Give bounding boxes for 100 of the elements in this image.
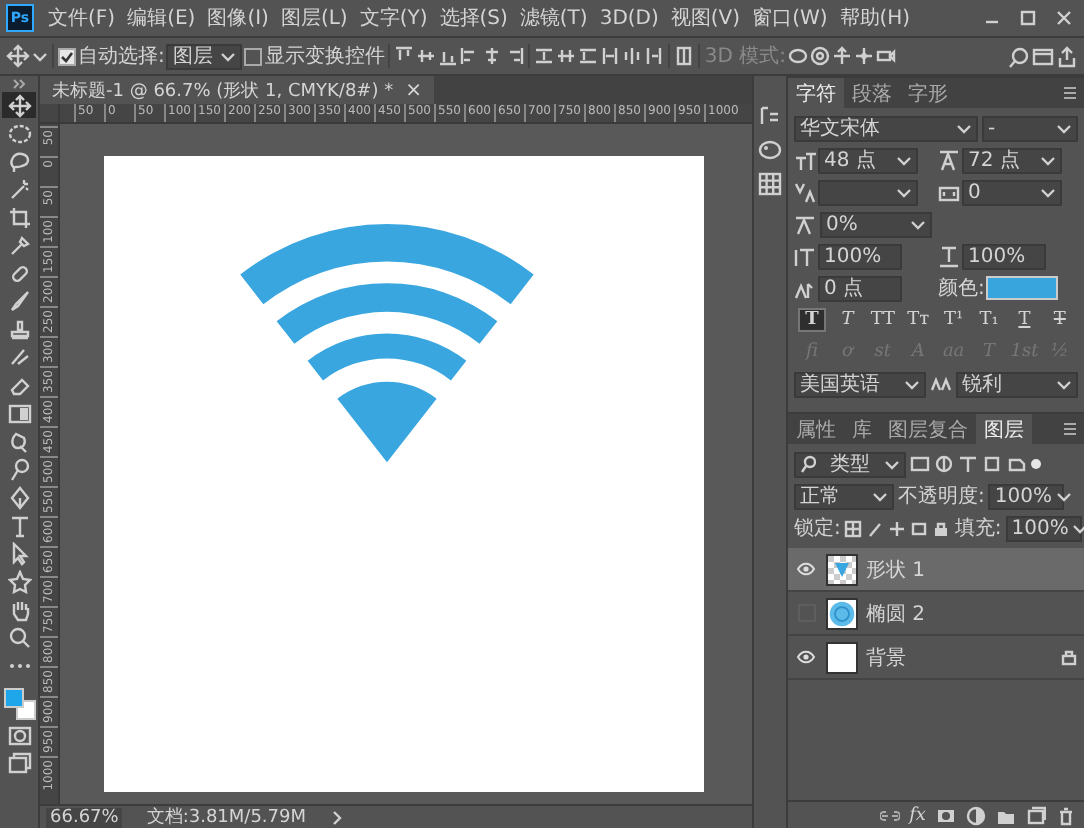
filter-toggle-icon[interactable] xyxy=(1030,458,1042,470)
distribute-icon[interactable] xyxy=(578,46,599,66)
tool-button[interactable] xyxy=(2,92,36,118)
distribute-icon[interactable] xyxy=(600,46,621,66)
shape-filter-icon[interactable] xyxy=(982,454,1002,474)
collapse-icon[interactable] xyxy=(11,78,27,90)
rotate-3d-icon[interactable] xyxy=(788,46,808,66)
layer-row[interactable]: 形状 1 xyxy=(788,548,1084,592)
distribute-icon[interactable] xyxy=(644,46,665,66)
eye-icon[interactable] xyxy=(794,557,818,581)
menu-item[interactable]: 选择(S) xyxy=(433,4,514,32)
layer-name[interactable]: 形状 1 xyxy=(866,555,1078,583)
layer-effects-button[interactable]: fx xyxy=(909,805,926,825)
camera-icon[interactable] xyxy=(876,46,896,66)
layer-filter-dropdown[interactable]: 类型 xyxy=(794,451,906,477)
close-icon[interactable] xyxy=(1052,6,1076,30)
maximize-icon[interactable] xyxy=(1016,6,1040,30)
panel-tab[interactable]: 图层复合 xyxy=(880,414,976,444)
tab-close-button[interactable]: × xyxy=(405,79,422,101)
menu-item[interactable]: 图像(I) xyxy=(201,4,275,32)
leading-field[interactable]: 72 点 xyxy=(962,147,1062,173)
align-icon[interactable] xyxy=(504,46,525,66)
auto-select-dropdown[interactable]: 图层 xyxy=(166,43,243,69)
history-icon[interactable] xyxy=(758,104,782,128)
horizontal-scale-field[interactable]: 100% xyxy=(962,243,1046,269)
lock-transparency-icon[interactable] xyxy=(844,519,863,537)
tsume-field[interactable]: 0% xyxy=(820,211,932,237)
panel-tab[interactable]: 字形 xyxy=(900,78,956,108)
align-icon[interactable] xyxy=(482,46,503,66)
lock-position-icon[interactable] xyxy=(888,519,907,537)
menu-item[interactable]: 视图(V) xyxy=(664,4,747,32)
text-style-button[interactable]: T xyxy=(1010,308,1039,332)
distribute-icon[interactable] xyxy=(622,46,643,66)
text-style-button[interactable]: T xyxy=(1045,308,1074,332)
text-style-button[interactable]: T₁ xyxy=(975,308,1004,332)
blend-mode-dropdown[interactable]: 正常 xyxy=(794,483,894,509)
pixel-filter-icon[interactable] xyxy=(910,454,930,474)
lock-pixels-icon[interactable] xyxy=(866,519,885,537)
panel-tab[interactable]: 属性 xyxy=(788,414,844,444)
font-family-dropdown[interactable]: 华文宋体 xyxy=(794,115,978,141)
opacity-field[interactable]: 100% xyxy=(988,483,1065,509)
text-style-button[interactable]: TT xyxy=(868,308,897,332)
move-tool-icon[interactable] xyxy=(6,44,30,68)
menu-item[interactable]: 3D(D) xyxy=(593,7,665,29)
smart-object-filter-icon[interactable] xyxy=(1006,454,1026,474)
layer-name[interactable]: 背景 xyxy=(866,643,1052,671)
foreground-color-swatch[interactable] xyxy=(3,688,23,708)
vertical-scale-field[interactable]: 100% xyxy=(818,243,902,269)
layer-name[interactable]: 椭圆 2 xyxy=(866,599,1078,627)
auto-align-icon[interactable] xyxy=(674,46,695,66)
adjustment-filter-icon[interactable] xyxy=(934,454,954,474)
workspace-icon[interactable] xyxy=(1032,45,1054,67)
panel-tab[interactable]: 字符 xyxy=(788,78,844,108)
font-style-dropdown[interactable]: - xyxy=(982,115,1078,141)
link-icon[interactable] xyxy=(879,805,900,825)
adjustment-icon[interactable] xyxy=(966,805,986,825)
search-icon[interactable] xyxy=(1008,45,1030,67)
zoom-level[interactable]: 66.67% xyxy=(46,807,123,827)
mask-icon[interactable] xyxy=(936,805,956,825)
font-size-field[interactable]: 48 点 xyxy=(818,147,918,173)
distribute-icon[interactable] xyxy=(534,46,555,66)
align-icon[interactable] xyxy=(416,46,437,66)
lock-all-icon[interactable] xyxy=(932,519,951,537)
align-icon[interactable] xyxy=(438,46,459,66)
trash-icon[interactable] xyxy=(1056,805,1076,825)
share-icon[interactable] xyxy=(1056,45,1078,67)
panel-menu-icon[interactable] xyxy=(1062,422,1078,436)
text-color-swatch[interactable] xyxy=(986,276,1059,300)
language-dropdown[interactable]: 美国英语 xyxy=(794,371,926,397)
checkbox[interactable] xyxy=(58,47,76,65)
roll-3d-icon[interactable] xyxy=(810,46,830,66)
antialias-dropdown[interactable]: 锐利 xyxy=(956,371,1078,397)
quick-mask-icon[interactable] xyxy=(7,723,31,747)
text-style-button[interactable]: T¹ xyxy=(939,308,968,332)
fill-field[interactable]: 100% xyxy=(1005,515,1082,541)
text-style-button[interactable]: T xyxy=(833,308,862,332)
menu-item[interactable]: 文字(Y) xyxy=(353,4,434,32)
distribute-icon[interactable] xyxy=(556,46,577,66)
menu-item[interactable]: 文件(F) xyxy=(42,4,122,32)
tool-button[interactable] xyxy=(2,568,36,594)
text-style-button[interactable]: T xyxy=(798,308,826,332)
type-filter-icon[interactable] xyxy=(958,454,978,474)
checkbox[interactable] xyxy=(244,47,263,65)
baseline-shift-field[interactable]: 0 点 xyxy=(818,275,902,301)
screen-mode-icon[interactable] xyxy=(7,751,31,775)
document-tab[interactable]: 未标题-1 @ 66.7% (形状 1, CMYK/8#) * × xyxy=(40,76,434,104)
drag-3d-icon[interactable] xyxy=(832,46,852,66)
menu-item[interactable]: 图层(L) xyxy=(274,4,354,32)
new-layer-icon[interactable] xyxy=(1026,805,1046,825)
layer-row[interactable]: 背景 xyxy=(788,636,1084,680)
eye-icon[interactable] xyxy=(794,645,818,669)
panel-tab[interactable]: 段落 xyxy=(844,78,900,108)
tracking-field[interactable]: 0 xyxy=(962,179,1062,205)
layer-row[interactable]: 椭圆 2 xyxy=(788,592,1084,636)
slide-3d-icon[interactable] xyxy=(854,46,874,66)
kerning-field[interactable] xyxy=(818,179,918,205)
menu-item[interactable]: 滤镜(T) xyxy=(513,4,594,32)
menu-item[interactable]: 帮助(H) xyxy=(833,4,917,32)
text-style-button[interactable]: Tт xyxy=(904,308,933,332)
grid-icon[interactable] xyxy=(758,172,782,196)
